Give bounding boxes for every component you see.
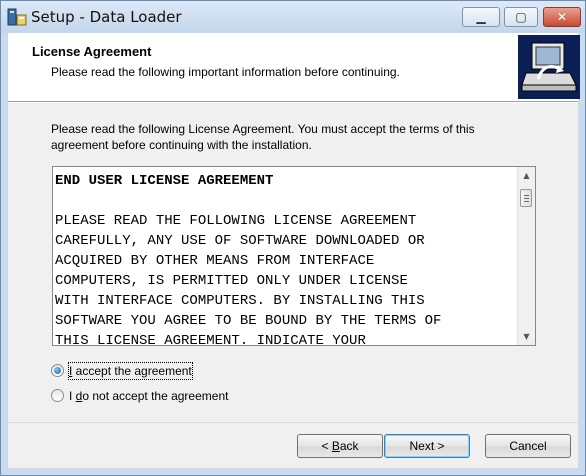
page-title: License Agreement bbox=[32, 44, 152, 59]
license-blank-line bbox=[55, 191, 517, 211]
label-prefix: I bbox=[69, 389, 76, 403]
cancel-button[interactable]: Cancel bbox=[485, 434, 571, 458]
label-rest: accept the agreement bbox=[72, 364, 192, 378]
decline-radio-label[interactable]: I do not accept the agreement bbox=[69, 388, 228, 404]
vertical-scrollbar[interactable]: ▲ ▼ bbox=[517, 167, 535, 345]
license-line: COMPUTERS, IS PERMITTED ONLY UNDER LICEN… bbox=[55, 273, 408, 289]
close-button[interactable]: ✕ bbox=[543, 7, 581, 27]
label-rest: ack bbox=[339, 439, 359, 453]
minimize-button[interactable]: ▁ bbox=[462, 7, 500, 27]
accept-radio-button[interactable] bbox=[51, 364, 64, 377]
scroll-down-icon[interactable]: ▼ bbox=[518, 328, 535, 345]
grip-line bbox=[524, 201, 529, 202]
label-rest: o not accept the agreement bbox=[82, 389, 229, 403]
close-icon: ✕ bbox=[556, 10, 568, 24]
scroll-thumb[interactable] bbox=[520, 189, 532, 207]
radio-selected-dot bbox=[54, 367, 61, 374]
license-line: ACQUIRED BY OTHER MEANS FROM INTERFACE bbox=[55, 253, 375, 269]
setup-app-icon bbox=[7, 8, 27, 26]
maximize-button[interactable]: ▢ bbox=[504, 7, 538, 27]
intro-text: Please read the following License Agreem… bbox=[51, 121, 531, 153]
minimize-icon: ▁ bbox=[476, 10, 486, 24]
license-line: SOFTWARE YOU AGREE TO BE BOUND BY THE TE… bbox=[55, 313, 442, 329]
wizard-header: License Agreement Please read the follow… bbox=[8, 33, 580, 102]
accelerator-key: B bbox=[331, 439, 340, 453]
scroll-up-icon[interactable]: ▲ bbox=[518, 167, 535, 184]
decline-radio-button[interactable] bbox=[51, 389, 64, 402]
license-line: PLEASE READ THE FOLLOWING LICENSE AGREEM… bbox=[55, 213, 417, 229]
label-prefix: < bbox=[321, 439, 332, 453]
button-bar-divider bbox=[8, 422, 578, 423]
back-button[interactable]: < Back bbox=[297, 434, 383, 458]
title-bar[interactable]: Setup - Data Loader ▁ ▢ ✕ bbox=[1, 1, 585, 33]
next-button[interactable]: Next > bbox=[384, 434, 470, 458]
license-heading: END USER LICENSE AGREEMENT bbox=[55, 173, 274, 189]
wizard-client-area: License Agreement Please read the follow… bbox=[8, 33, 580, 468]
grip-line bbox=[524, 195, 529, 196]
license-line: THIS LICENSE AGREEMENT. INDICATE YOUR bbox=[55, 333, 366, 346]
accept-radio-label[interactable]: I accept the agreement bbox=[68, 362, 193, 380]
license-text-box[interactable]: END USER LICENSE AGREEMENT PLEASE READ T… bbox=[52, 166, 536, 346]
license-line: WITH INTERFACE COMPUTERS. BY INSTALLING … bbox=[55, 293, 425, 309]
wizard-computer-icon bbox=[518, 35, 580, 99]
grip-line bbox=[524, 198, 529, 199]
license-text[interactable]: END USER LICENSE AGREEMENT PLEASE READ T… bbox=[55, 171, 517, 346]
maximize-icon: ▢ bbox=[515, 10, 527, 24]
intro-line-2: agreement before continuing with the ins… bbox=[51, 138, 312, 152]
page-subtitle: Please read the following important info… bbox=[51, 65, 400, 79]
header-divider bbox=[8, 102, 578, 103]
window-title: Setup - Data Loader bbox=[31, 8, 182, 26]
license-line: CAREFULLY, ANY USE OF SOFTWARE DOWNLOADE… bbox=[55, 233, 425, 249]
intro-line-1: Please read the following License Agreem… bbox=[51, 122, 475, 136]
setup-window: Setup - Data Loader ▁ ▢ ✕ License Agreem… bbox=[0, 0, 586, 476]
